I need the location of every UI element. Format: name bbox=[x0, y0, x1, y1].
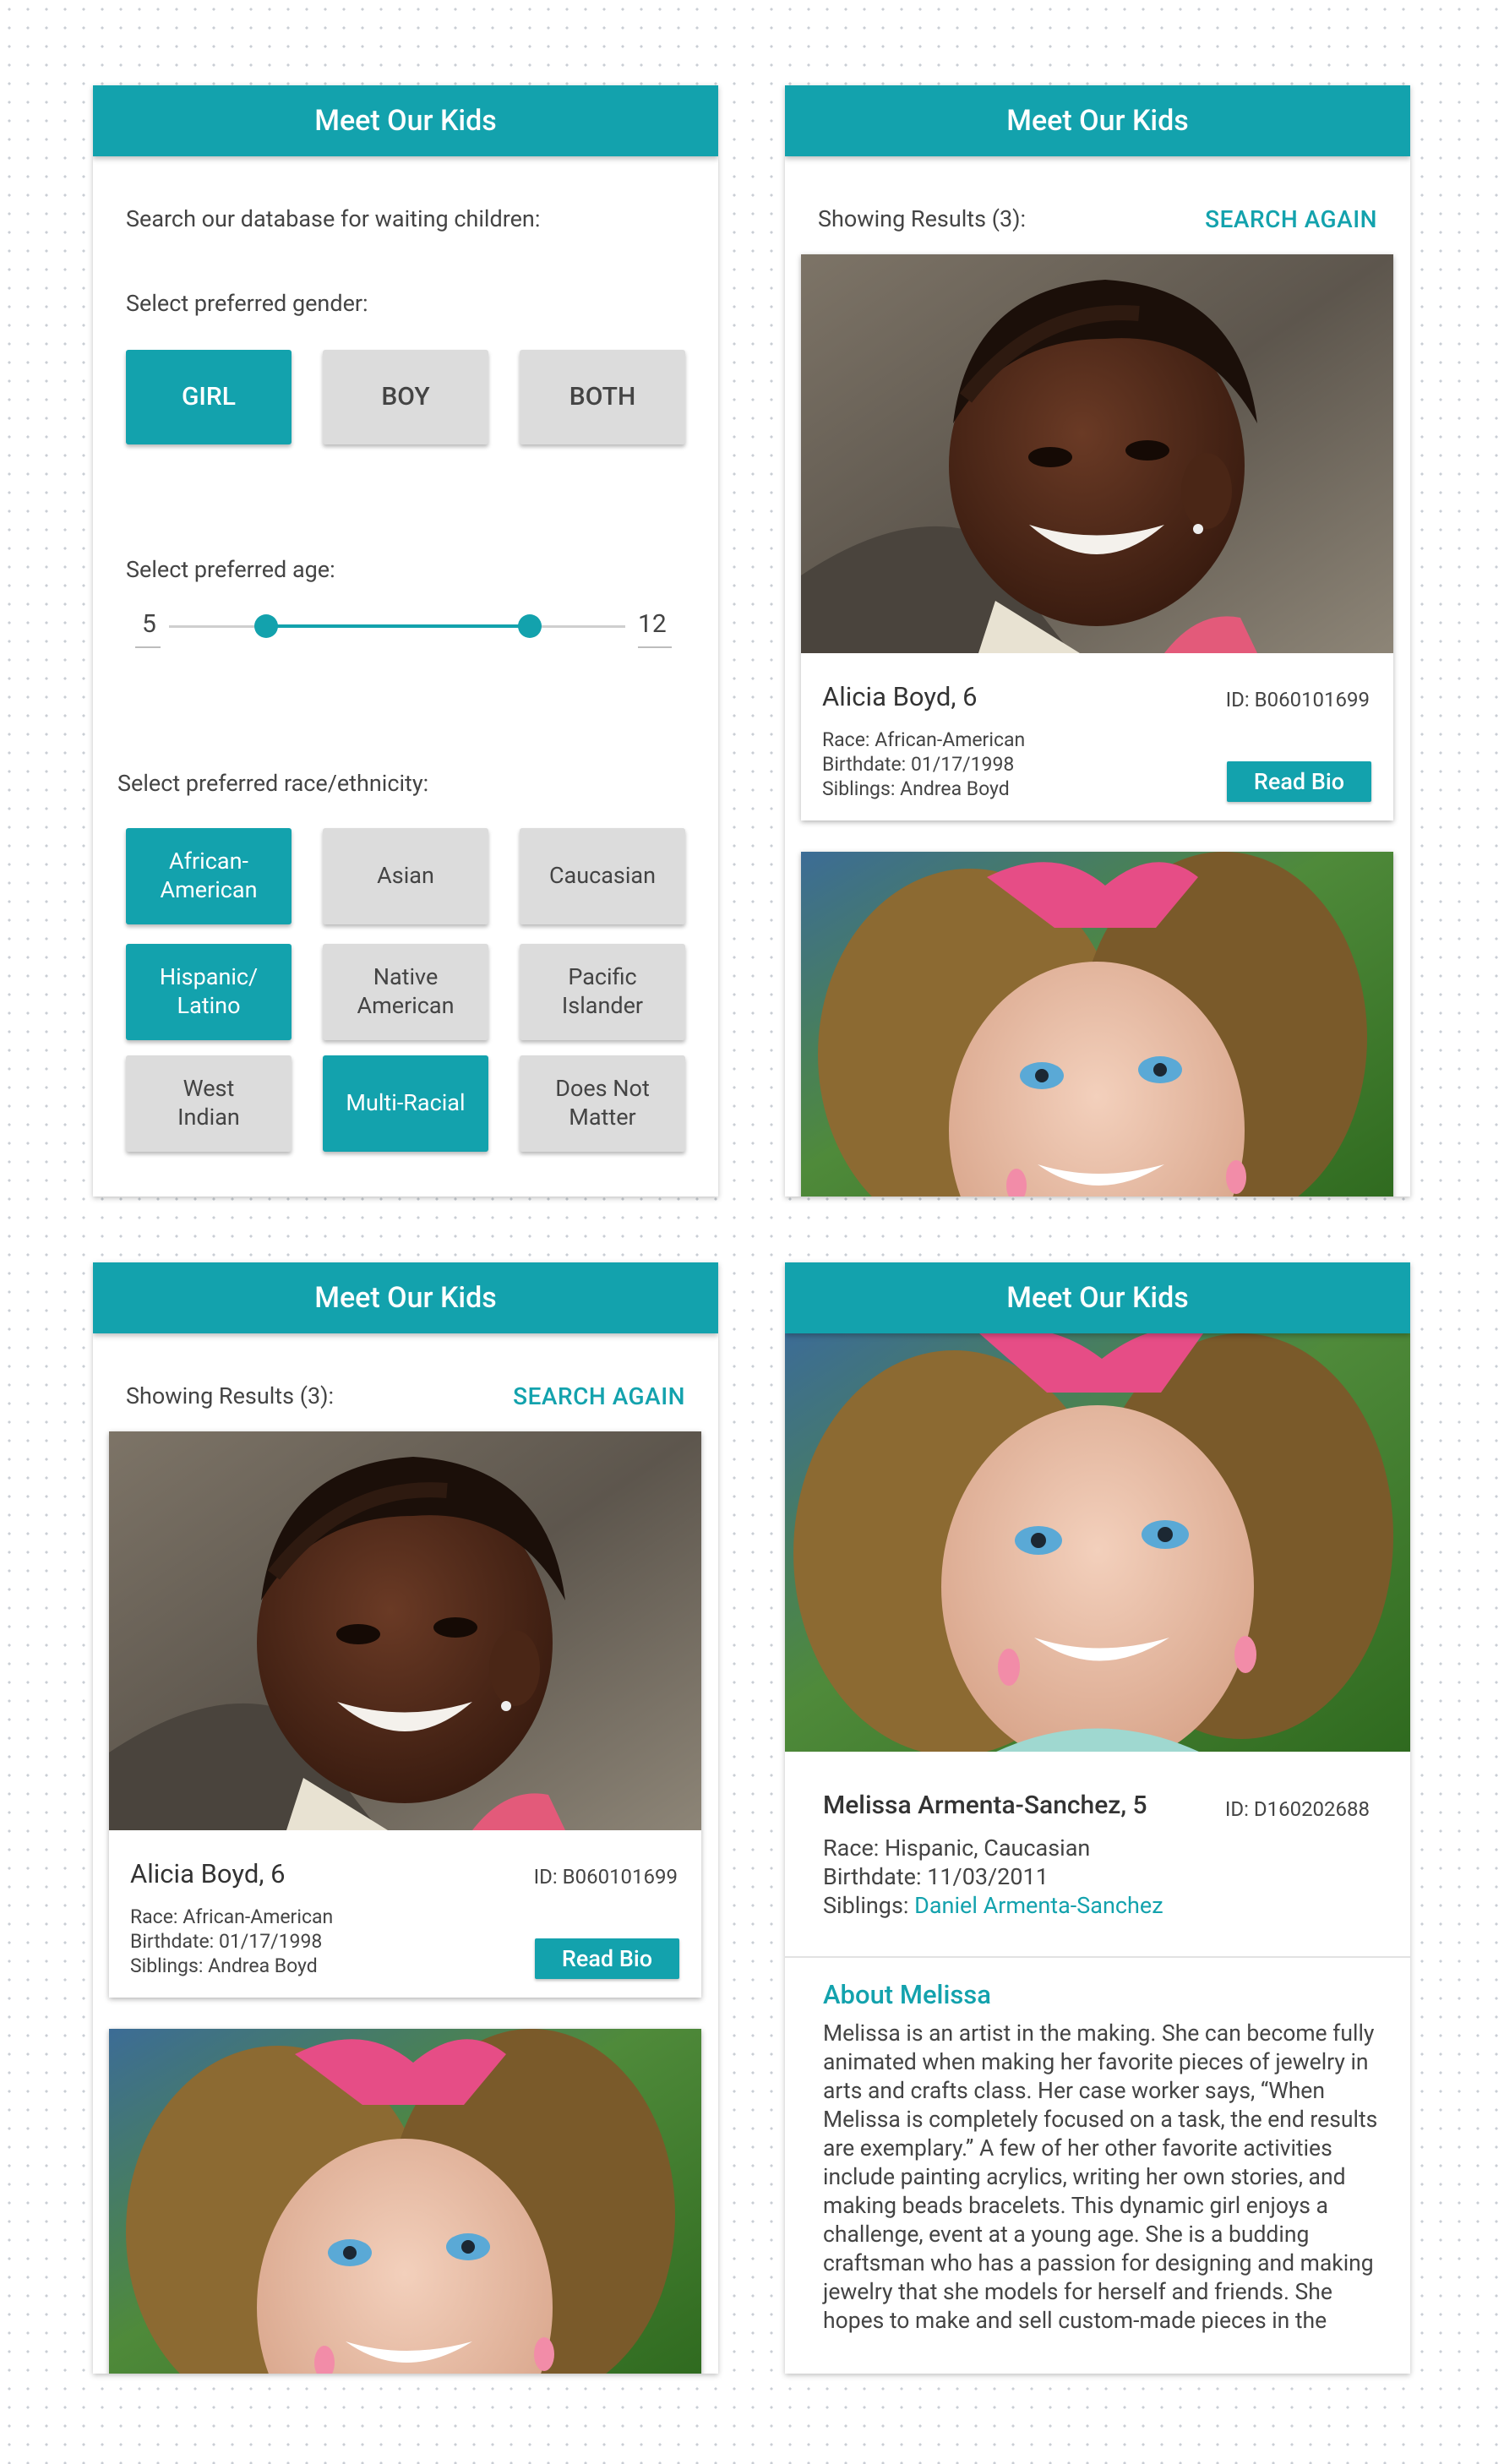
race-label: Select preferred race/ethnicity: bbox=[117, 770, 429, 797]
sibling-link[interactable]: Daniel Armenta-Sanchez bbox=[914, 1892, 1163, 1919]
age-max-value: 12 bbox=[638, 609, 667, 639]
profile-panel: Meet Our Kids Melissa Armenta-Sanchez, 5… bbox=[785, 1262, 1410, 2374]
results-panel-bottom-left: Meet Our Kids Showing Results (3): SEARC… bbox=[93, 1262, 718, 2374]
kid-race: Race: African-American bbox=[822, 728, 1026, 751]
kid-card[interactable]: Alicia Boyd, 6 ID: B060101699 Race: Afri… bbox=[801, 254, 1393, 820]
panel-title: Meet Our Kids bbox=[314, 104, 497, 138]
read-bio-button[interactable]: Read Bio bbox=[1227, 761, 1371, 802]
profile-id: ID: D160202688 bbox=[1224, 1797, 1370, 1821]
kid-race: Race: African-American bbox=[130, 1905, 334, 1928]
race-multi-racial-button[interactable]: Multi-Racial bbox=[323, 1055, 488, 1152]
kid-id: ID: B060101699 bbox=[1225, 688, 1370, 711]
profile-birthdate: Birthdate: 11/03/2011 bbox=[823, 1863, 1049, 1890]
age-min-value: 5 bbox=[142, 609, 156, 639]
panel-title: Meet Our Kids bbox=[314, 1281, 497, 1315]
race-west-indian-button[interactable]: West Indian bbox=[126, 1055, 292, 1152]
read-bio-button[interactable]: Read Bio bbox=[535, 1938, 679, 1979]
profile-name: Melissa Armenta-Sanchez, 5 bbox=[823, 1791, 1147, 1820]
kid-card-2[interactable] bbox=[109, 2029, 701, 2374]
kid-photo[interactable] bbox=[801, 852, 1393, 1197]
kid-name: Alicia Boyd, 6 bbox=[130, 1858, 286, 1889]
profile-race: Race: Hispanic, Caucasian bbox=[823, 1834, 1091, 1862]
kid-birthdate: Birthdate: 01/17/1998 bbox=[822, 753, 1015, 776]
kid-card[interactable]: Alicia Boyd, 6 ID: B060101699 Race: Afri… bbox=[109, 1431, 701, 1998]
search-intro: Search our database for waiting children… bbox=[126, 205, 541, 232]
kid-siblings: Siblings: Andrea Boyd bbox=[130, 1954, 318, 1977]
search-again-link[interactable]: SEARCH AGAIN bbox=[1205, 205, 1377, 233]
profile-photo bbox=[785, 1333, 1410, 1752]
panel-header: Meet Our Kids bbox=[785, 85, 1410, 156]
kid-siblings: Siblings: Andrea Boyd bbox=[822, 777, 1010, 800]
panel-header: Meet Our Kids bbox=[93, 85, 718, 156]
kid-photo[interactable] bbox=[109, 1431, 701, 1830]
age-min-underline bbox=[135, 646, 161, 648]
race-pacific-islander-button[interactable]: Pacific Islander bbox=[520, 944, 685, 1040]
race-african-american-button[interactable]: African-American bbox=[126, 828, 292, 924]
race-asian-button[interactable]: Asian bbox=[323, 828, 488, 924]
kid-id: ID: B060101699 bbox=[533, 1865, 678, 1889]
kid-birthdate: Birthdate: 01/17/1998 bbox=[130, 1930, 323, 1953]
panel-title: Meet Our Kids bbox=[1006, 104, 1189, 138]
search-panel: Meet Our Kids Search our database for wa… bbox=[93, 85, 718, 1197]
age-max-handle[interactable] bbox=[518, 614, 542, 638]
age-min-handle[interactable] bbox=[254, 614, 278, 638]
gender-both-button[interactable]: BOTH bbox=[520, 350, 685, 444]
kid-card-2[interactable] bbox=[801, 852, 1393, 1197]
gender-label: Select preferred gender: bbox=[126, 290, 368, 317]
gender-boy-button[interactable]: BOY bbox=[323, 350, 488, 444]
race-native-american-button[interactable]: Native American bbox=[323, 944, 488, 1040]
panel-header: Meet Our Kids bbox=[93, 1262, 718, 1333]
age-label: Select preferred age: bbox=[126, 556, 335, 583]
profile-siblings: Siblings: Daniel Armenta-Sanchez bbox=[823, 1891, 1163, 1920]
kid-photo[interactable] bbox=[109, 2029, 701, 2374]
divider bbox=[785, 1956, 1410, 1958]
slider-range-fill bbox=[266, 624, 530, 628]
search-again-link[interactable]: SEARCH AGAIN bbox=[513, 1382, 685, 1410]
showing-results: Showing Results (3): bbox=[126, 1382, 335, 1409]
race-caucasian-button[interactable]: Caucasian bbox=[520, 828, 685, 924]
showing-results: Showing Results (3): bbox=[818, 205, 1027, 232]
panel-header: Meet Our Kids bbox=[785, 1262, 1410, 1333]
panel-title: Meet Our Kids bbox=[1006, 1281, 1189, 1315]
about-title: About Melissa bbox=[823, 1979, 991, 2010]
race-hispanic-latino-button[interactable]: Hispanic/ Latino bbox=[126, 944, 292, 1040]
gender-girl-button[interactable]: GIRL bbox=[126, 350, 292, 444]
kid-photo[interactable] bbox=[801, 254, 1393, 653]
age-max-underline bbox=[638, 646, 672, 648]
about-text: Melissa is an artist in the making. She … bbox=[823, 2020, 1378, 2334]
kid-name: Alicia Boyd, 6 bbox=[822, 681, 978, 712]
race-does-not-matter-button[interactable]: Does Not Matter bbox=[520, 1055, 685, 1152]
siblings-label: Siblings: bbox=[823, 1892, 915, 1919]
results-panel-top-right: Meet Our Kids Showing Results (3): SEARC… bbox=[785, 85, 1410, 1197]
